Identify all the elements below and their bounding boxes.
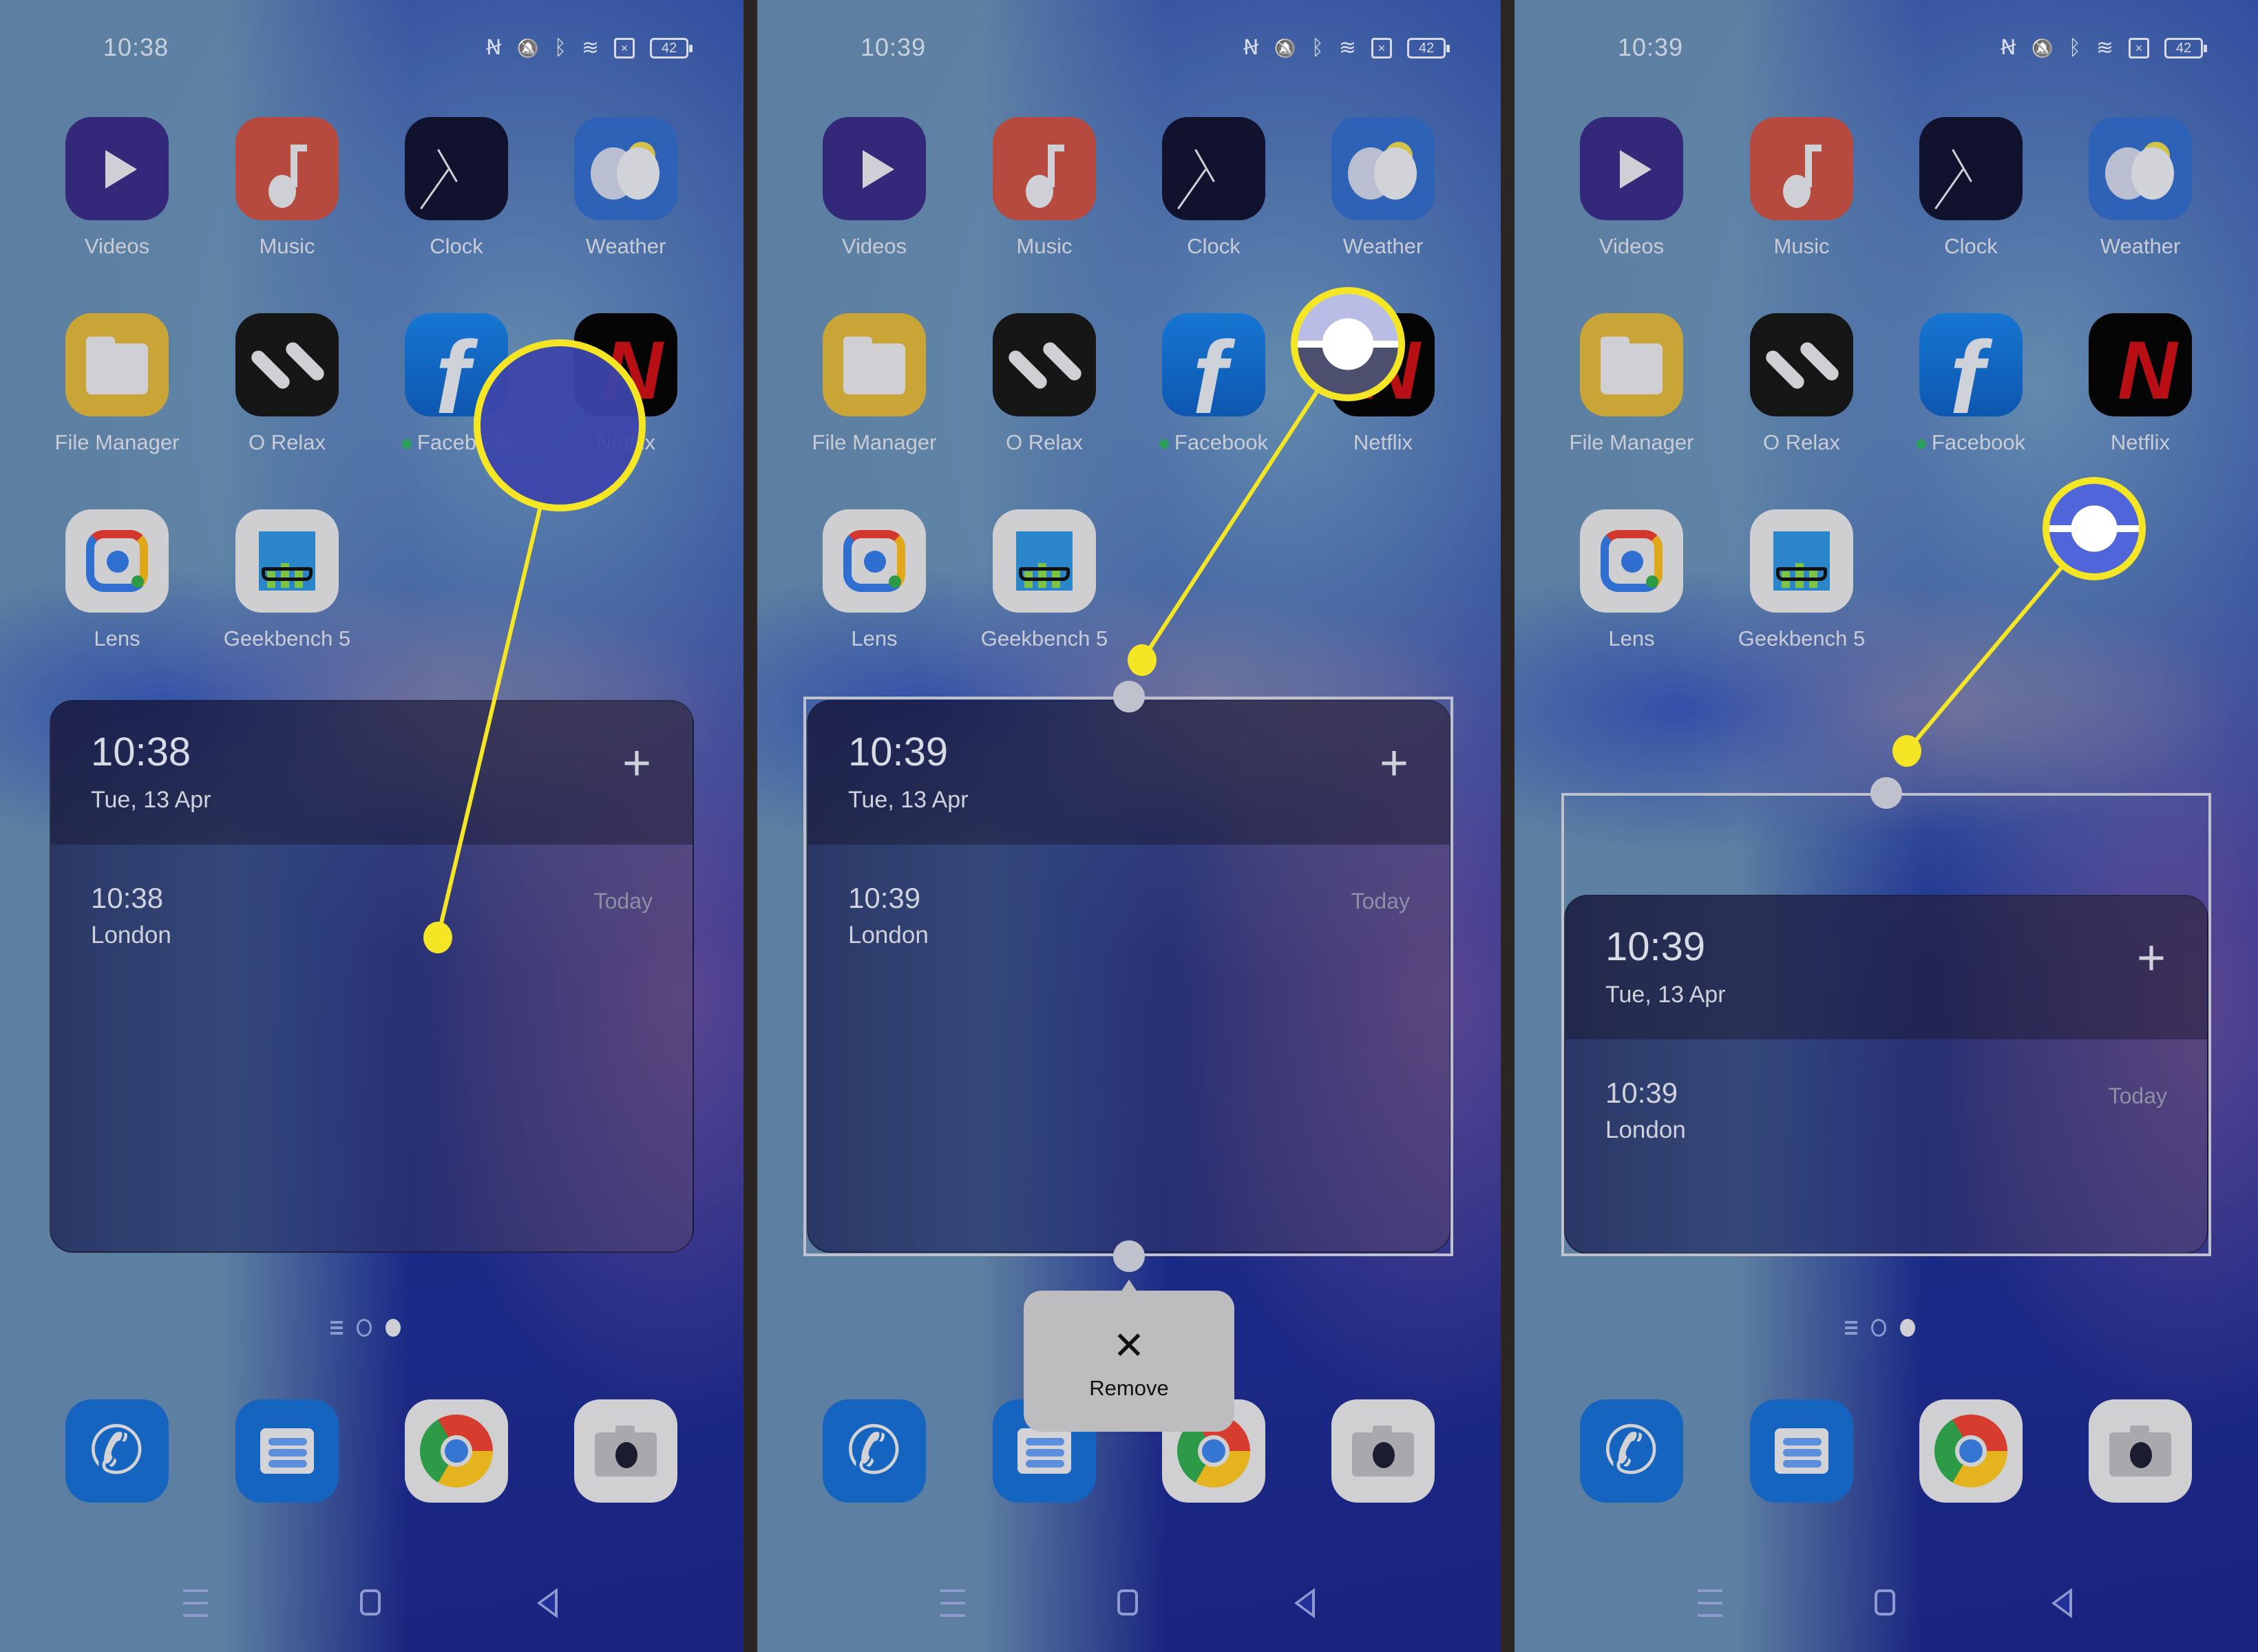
- panel-divider: [1501, 0, 1515, 1652]
- callout-target-dot: [1128, 644, 1157, 676]
- callout-annotation: [1128, 287, 1405, 676]
- callout-annotation: [1892, 477, 2146, 767]
- callout-annotation: [423, 339, 646, 953]
- callout-leader-line: [436, 505, 543, 938]
- step-2-panel: 10:39 Ꞥ 🔕 ᛒ ≋ × 42 Videos Music Clock Weath…: [757, 0, 1501, 1652]
- callout-leader-line: [1905, 564, 2065, 752]
- callout-leader-line: [1140, 388, 1320, 661]
- step-3-panel: 10:39 Ꞥ 🔕 ᛒ ≋ × 42 Videos Music Clock Weath…: [1515, 0, 2258, 1652]
- zoomed-resize-handle: [2071, 505, 2118, 552]
- panel-divider: [743, 0, 757, 1652]
- callout-target-dot: [423, 922, 452, 953]
- zoomed-resize-handle: [1322, 318, 1374, 370]
- callout-target-dot: [1892, 735, 1921, 767]
- step-1-panel: 10:38 Ꞥ 🔕 ᛒ ≋ × 42 Videos Music Clock Weath…: [0, 0, 743, 1652]
